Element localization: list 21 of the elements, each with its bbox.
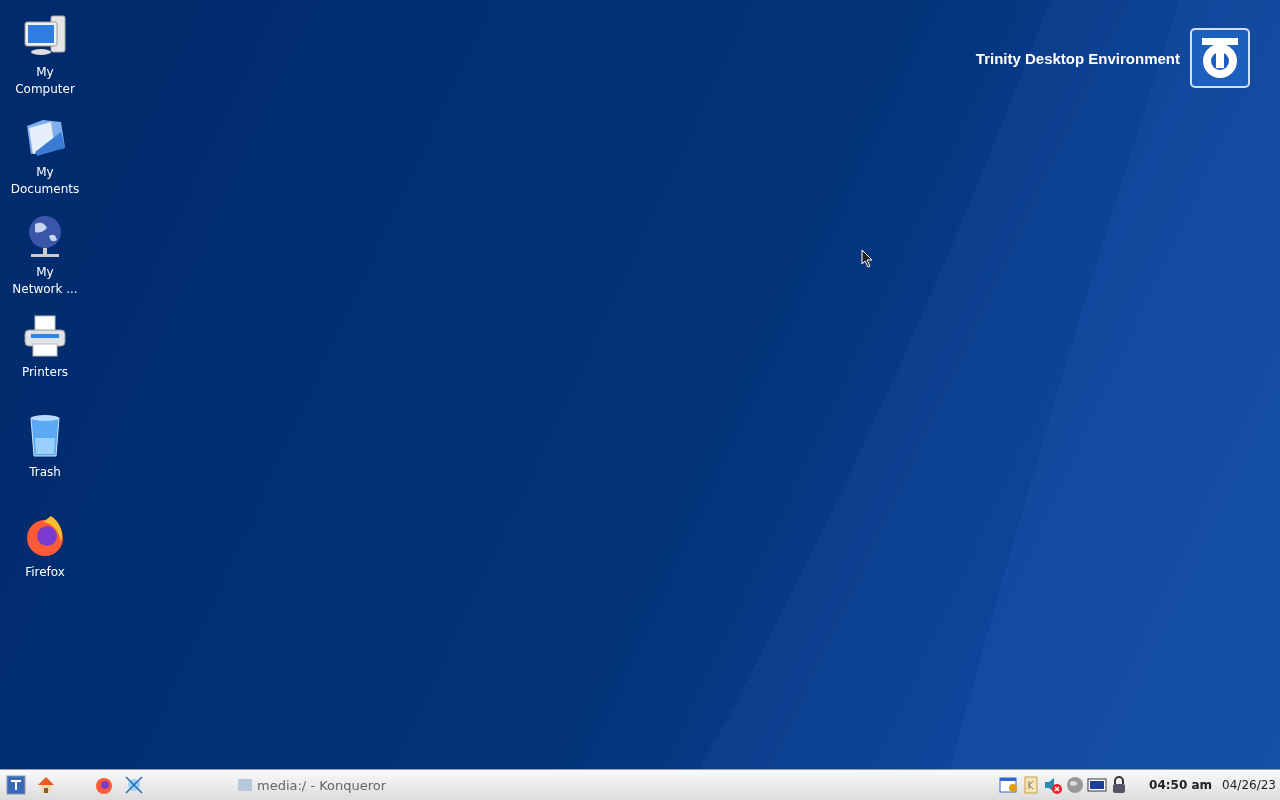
desktop-icon-label[interactable]: My Documents [10, 164, 80, 198]
firefox-icon[interactable] [94, 775, 114, 795]
desktop-icon-label[interactable]: Firefox [10, 564, 80, 581]
start-menu-icon[interactable] [6, 775, 26, 795]
calendar-icon[interactable] [999, 775, 1020, 795]
desktop-icon-label[interactable]: My Network ... [10, 264, 80, 298]
printer-icon [21, 312, 69, 360]
desktop-icon-label[interactable]: Printers [10, 364, 80, 381]
taskbar-task-button[interactable]: media:/ - Konqueror [232, 776, 393, 794]
clock-date: 04/26/23 [1222, 778, 1276, 792]
speaker-muted-icon[interactable] [1043, 775, 1064, 795]
brand-text: Trinity Desktop Environment [975, 49, 1180, 67]
desktop-icon-label[interactable]: My Computer [10, 64, 80, 98]
browser-icon[interactable] [124, 775, 144, 795]
clock-time: 04:50 am [1149, 778, 1213, 792]
logo-icon [1190, 28, 1250, 88]
monitor-icon[interactable] [1087, 775, 1108, 795]
home-icon[interactable] [36, 775, 56, 795]
window-icon [238, 779, 252, 791]
desktop-icon-label[interactable]: Trash [10, 464, 80, 481]
mouse-pointer-icon [861, 249, 873, 268]
